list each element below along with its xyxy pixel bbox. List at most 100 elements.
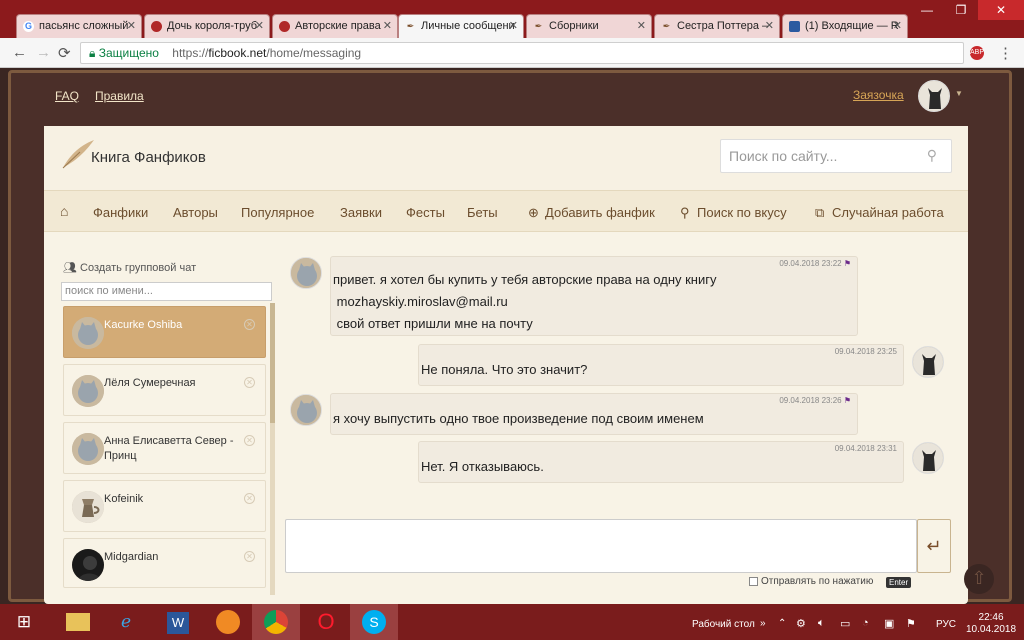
window-close-icon[interactable]: ✕ bbox=[978, 0, 1024, 20]
speaker-icon[interactable]: 🔈︎ bbox=[818, 617, 825, 630]
scroll-top-arrow-icon[interactable]: ⇧ bbox=[964, 564, 994, 594]
opera-icon[interactable]: O bbox=[302, 604, 350, 640]
browser-tab-active[interactable]: ✒ Личные сообщени ✕ bbox=[398, 14, 524, 38]
flag-icon[interactable]: ⚑ bbox=[844, 396, 851, 405]
tray-arrow-icon[interactable]: ⌃ bbox=[778, 618, 786, 629]
desktop-toolbar-label[interactable]: Рабочий стол bbox=[692, 619, 755, 630]
browser-tab[interactable]: ✒ Сестра Поттера – ✕ bbox=[654, 14, 780, 38]
message-line: я хочу выпустить одно твое произведение … bbox=[333, 411, 704, 426]
rules-link[interactable]: Правила bbox=[95, 89, 144, 103]
dialog-item[interactable]: Kofeinik ✕ bbox=[63, 480, 266, 532]
delete-dialog-icon[interactable]: ✕ bbox=[244, 551, 255, 562]
window-controls: — ❐ ✕ bbox=[910, 0, 1024, 20]
minimize-icon[interactable]: — bbox=[910, 0, 944, 20]
send-on-enter-option[interactable]: Отправлять по нажатию bbox=[749, 576, 873, 587]
file-explorer-icon[interactable] bbox=[54, 604, 102, 640]
message-line: свой ответ пришли мне на почту bbox=[333, 316, 533, 331]
message-timestamp: 09.04.2018 23:22 ⚑ bbox=[779, 259, 851, 268]
plus-icon[interactable]: ⊕ bbox=[528, 205, 539, 221]
avatar bbox=[290, 394, 322, 426]
nav-betas[interactable]: Беты bbox=[467, 205, 498, 220]
forward-icon[interactable]: → bbox=[36, 44, 51, 61]
user-name-link[interactable]: Заязочка bbox=[853, 88, 904, 102]
google-icon: G bbox=[23, 21, 34, 32]
create-group-chat-link[interactable]: 👥︎ Создать групповой чат bbox=[63, 261, 196, 274]
battery-icon[interactable]: ▭ bbox=[840, 617, 850, 630]
nav-fanfics[interactable]: Фанфики bbox=[93, 205, 148, 220]
menu-dots-icon[interactable]: ⋮ bbox=[998, 44, 1013, 62]
address-bar[interactable]: 🔒︎ Защищено https://ficbook.net/home/mes… bbox=[80, 42, 964, 64]
media-player-icon[interactable] bbox=[204, 604, 252, 640]
chrome-tab-icon bbox=[151, 21, 162, 32]
maximize-icon[interactable]: ❐ bbox=[944, 0, 978, 20]
skype-icon[interactable]: S bbox=[350, 604, 398, 640]
dialog-item[interactable]: Лёля Сумеречная ✕ bbox=[63, 364, 266, 416]
search-icon[interactable]: ⚲ bbox=[927, 147, 937, 164]
nav-add-fanfic[interactable]: Добавить фанфик bbox=[545, 205, 655, 220]
windows-start-icon[interactable]: ⊞ bbox=[0, 604, 48, 640]
monitor-icon[interactable]: ▣ bbox=[884, 617, 894, 630]
reload-icon[interactable]: ⟳ bbox=[58, 44, 71, 62]
feather-icon: ✒ bbox=[534, 21, 543, 31]
message-line: привет. я хотел бы купить у тебя авторск… bbox=[333, 272, 717, 287]
message-bubble: 09.04.2018 23:22 ⚑ привет. я хотел бы ку… bbox=[330, 256, 858, 336]
search-icon[interactable]: ⚲ bbox=[680, 205, 690, 221]
close-icon[interactable]: ✕ bbox=[765, 19, 774, 32]
shuffle-icon[interactable]: ⧉ bbox=[815, 205, 824, 221]
internet-explorer-icon[interactable]: ℯ bbox=[102, 604, 150, 640]
user-avatar[interactable] bbox=[918, 80, 950, 112]
users-icon: 👥︎ bbox=[63, 262, 77, 274]
dialog-search-input[interactable]: поиск по имени... bbox=[61, 282, 272, 301]
message-timestamp: 09.04.2018 23:25 bbox=[834, 347, 897, 356]
chrome-icon[interactable] bbox=[252, 604, 300, 640]
tray-expand-icon[interactable]: » bbox=[760, 618, 766, 629]
close-icon[interactable]: ✕ bbox=[127, 19, 136, 32]
clock[interactable]: 22:46 10.04.2018 bbox=[966, 612, 1016, 636]
language-indicator[interactable]: РУС bbox=[936, 619, 956, 630]
nav-fests[interactable]: Фесты bbox=[406, 205, 445, 220]
browser-tab[interactable]: (1) Входящие — R ✕ bbox=[782, 14, 908, 38]
message-line: Не поняла. Что это значит? bbox=[421, 362, 588, 377]
nav-search-taste[interactable]: Поиск по вкусу bbox=[697, 205, 787, 220]
message-input[interactable] bbox=[285, 519, 917, 573]
close-icon[interactable]: ✕ bbox=[255, 19, 264, 32]
delete-dialog-icon[interactable]: ✕ bbox=[244, 377, 255, 388]
chrome-tab-icon bbox=[279, 21, 290, 32]
network-icon[interactable]: ⚙ bbox=[796, 617, 806, 630]
send-on-enter-checkbox[interactable] bbox=[749, 576, 758, 586]
browser-tab[interactable]: Gпасьянс сложный ✕ bbox=[16, 14, 142, 38]
dialog-item[interactable]: Midgardian ✕ bbox=[63, 538, 266, 588]
message-bubble-own: 09.04.2018 23:25 Не поняла. Что это знач… bbox=[418, 344, 904, 386]
nav-popular[interactable]: Популярное bbox=[241, 205, 314, 220]
word-icon[interactable]: W bbox=[154, 604, 202, 640]
faq-link[interactable]: FAQ bbox=[55, 89, 79, 103]
close-icon[interactable]: ✕ bbox=[637, 19, 646, 32]
delete-dialog-icon[interactable]: ✕ bbox=[244, 319, 255, 330]
sidebar-scrollbar-thumb[interactable] bbox=[270, 303, 275, 423]
browser-tab[interactable]: Авторские права ✕ bbox=[272, 14, 398, 38]
chevron-down-icon[interactable]: ▼ bbox=[955, 89, 963, 98]
close-icon[interactable]: ✕ bbox=[383, 19, 392, 32]
flag-icon[interactable]: ⚑ bbox=[844, 259, 851, 268]
back-icon[interactable]: ← bbox=[12, 44, 27, 61]
close-icon[interactable]: ✕ bbox=[893, 19, 902, 32]
delete-dialog-icon[interactable]: ✕ bbox=[244, 435, 255, 446]
nav-authors[interactable]: Авторы bbox=[173, 205, 218, 220]
close-icon[interactable]: ✕ bbox=[509, 19, 518, 32]
nav-random-work[interactable]: Случайная работа bbox=[832, 205, 944, 220]
avatar bbox=[72, 549, 104, 581]
message-timestamp: 09.04.2018 23:31 bbox=[834, 444, 897, 453]
dialog-item[interactable]: Kacurke Oshiba ✕ bbox=[63, 306, 266, 358]
adblock-icon[interactable]: ABP bbox=[970, 46, 984, 60]
dialog-item[interactable]: Анна Елисаветта Север - Принц ✕ bbox=[63, 422, 266, 474]
browser-tab[interactable]: Дочь короля-труб ✕ bbox=[144, 14, 270, 38]
delete-dialog-icon[interactable]: ✕ bbox=[244, 493, 255, 504]
flag-tray-icon[interactable]: ⚑ bbox=[906, 617, 916, 630]
site-search-input[interactable]: Поиск по сайту... ⚲ bbox=[720, 139, 952, 173]
site-logo-text[interactable]: Книга Фанфиков bbox=[91, 149, 206, 166]
nav-requests[interactable]: Заявки bbox=[340, 205, 382, 220]
send-button[interactable]: ↵ bbox=[917, 519, 951, 573]
home-icon[interactable]: ⌂ bbox=[60, 203, 68, 219]
browser-tab[interactable]: ✒ Сборники ✕ bbox=[526, 14, 652, 38]
tray-app-icon[interactable]: ◔ bbox=[862, 617, 869, 629]
